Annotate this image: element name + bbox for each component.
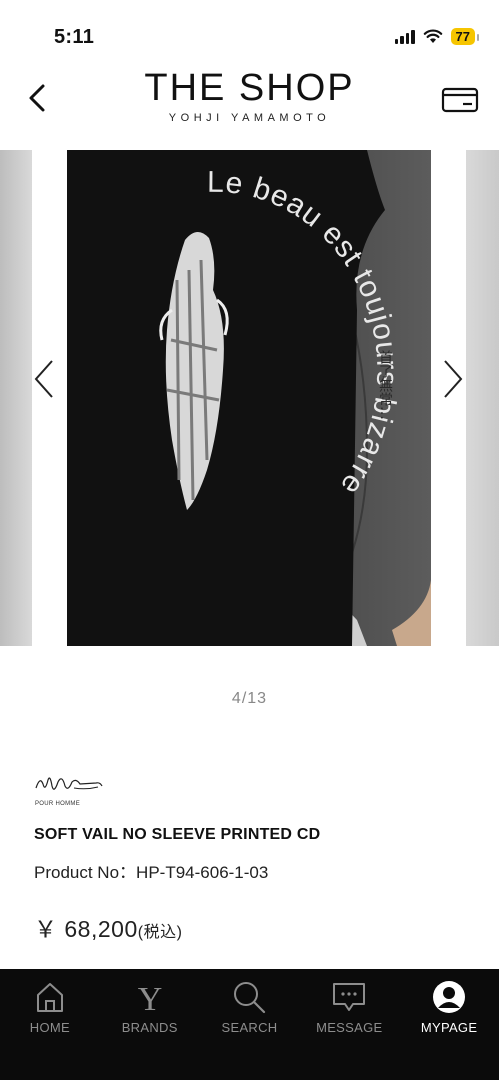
next-image-preview[interactable] <box>466 150 499 646</box>
shop-title: THE SHOP <box>144 67 355 109</box>
product-number-label: Product No： <box>34 863 137 882</box>
cellular-signal-icon <box>394 29 415 44</box>
home-icon <box>30 977 70 1017</box>
previous-image-button[interactable] <box>31 357 57 401</box>
nav-brands-label: BRANDS <box>121 1020 178 1035</box>
svg-text:Y: Y <box>137 981 162 1015</box>
card-icon <box>441 87 479 113</box>
nav-message[interactable]: MESSAGE <box>299 969 399 1080</box>
wifi-icon <box>423 29 442 43</box>
battery-indicator: 77 <box>450 28 480 45</box>
message-icon <box>329 977 369 1017</box>
nav-mypage[interactable]: MYPAGE <box>399 969 499 1080</box>
nav-home-label: HOME <box>29 1020 70 1035</box>
nav-message-label: MESSAGE <box>316 1020 383 1035</box>
status-indicators: 77 <box>394 28 480 45</box>
next-image-button[interactable] <box>440 357 466 401</box>
product-photo: Le beau est toujours bizarre 首了無常… <box>67 150 431 646</box>
brands-y-icon: Y <box>130 977 170 1017</box>
shop-logo[interactable]: THE SHOP YOHJI YAMAMOTO <box>0 66 499 124</box>
image-counter: 4/13 <box>231 690 268 707</box>
app-header: THE SHOP YOHJI YAMAMOTO <box>0 62 499 150</box>
image-carousel[interactable]: Le beau est toujours bizarre 首了無常… <box>0 150 499 646</box>
status-bar: 5:11 77 <box>0 0 499 62</box>
chevron-left-icon <box>34 360 53 398</box>
previous-image-preview[interactable] <box>0 150 32 646</box>
product-name: SOFT VAIL NO SLEEVE PRINTED CD <box>34 826 321 843</box>
nav-home[interactable]: HOME <box>0 969 100 1080</box>
price-value: ￥ 68,200 <box>34 916 138 942</box>
product-price: ￥ 68,200(税込) <box>34 910 182 944</box>
product-image[interactable]: Le beau est toujours bizarre 首了無常… <box>67 150 431 646</box>
nav-search[interactable]: SEARCH <box>200 969 300 1080</box>
member-card-button[interactable] <box>441 84 479 114</box>
nav-search-label: SEARCH <box>221 1020 278 1035</box>
yohji-signature-logo <box>35 777 103 790</box>
status-time: 5:11 <box>54 26 95 48</box>
price-tax-note: (税込) <box>137 924 183 941</box>
mypage-icon <box>429 977 469 1017</box>
bottom-navigation: HOME Y BRANDS SEARCH MESSAGE MYPAGE <box>0 969 499 1080</box>
product-number: Product No：HP-T94-606-1-03 <box>34 858 268 883</box>
product-number-value: HP-T94-606-1-03 <box>136 863 269 882</box>
shop-subtitle: YOHJI YAMAMOTO <box>168 112 331 124</box>
nav-brands[interactable]: Y BRANDS <box>100 969 200 1080</box>
search-icon <box>229 977 269 1017</box>
chevron-right-icon <box>444 360 463 398</box>
sleeve-text: 首了無常… <box>377 350 393 420</box>
nav-mypage-label: MYPAGE <box>420 1020 478 1035</box>
logo-caption: POUR HOMME <box>35 801 80 807</box>
